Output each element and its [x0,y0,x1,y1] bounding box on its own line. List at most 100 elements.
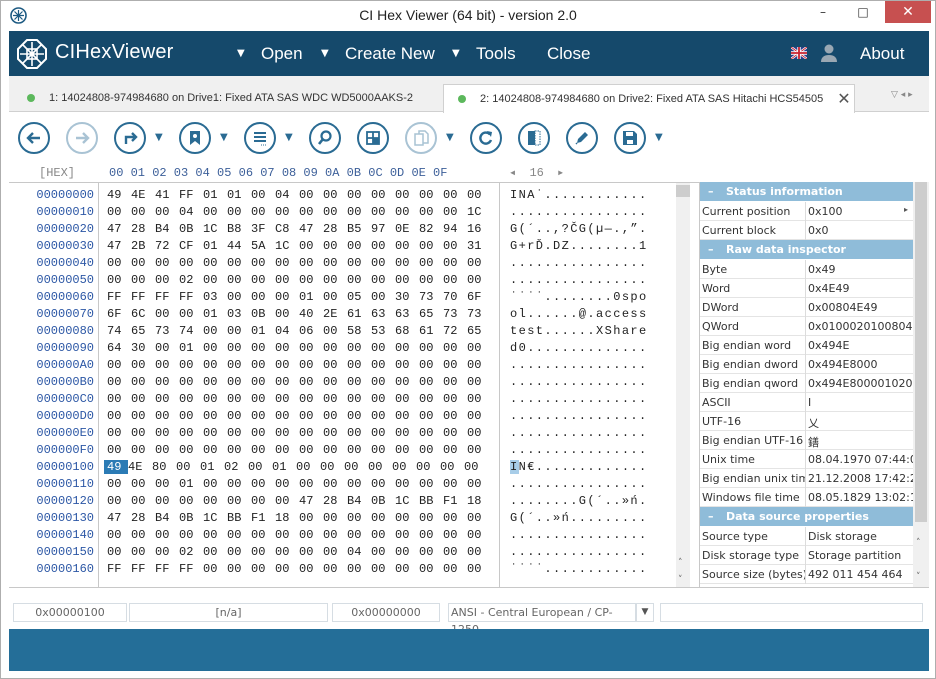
property-row[interactable]: Current block 0x0 [700,221,913,240]
hex-byte[interactable]: FF [179,562,203,576]
hex-byte[interactable]: 00 [371,443,395,457]
hex-byte[interactable]: 00 [203,392,227,406]
tab-close-icon[interactable]: ✕ [837,89,850,109]
hex-byte[interactable]: 04 [275,324,299,338]
hex-byte[interactable]: 28 [323,494,347,508]
hex-byte[interactable]: 00 [419,426,443,440]
hex-byte[interactable]: 28 [323,222,347,236]
expand-arrow-icon[interactable]: ▸ [904,205,908,214]
hex-byte[interactable]: 82 [419,222,443,236]
maximize-button[interactable]: □ [841,1,885,23]
property-row[interactable]: QWord 0x0100020100804E4 [700,317,913,336]
selected-ascii-char[interactable]: I [510,460,519,474]
increase-width-icon[interactable]: ▸ [557,166,564,180]
hex-byte[interactable]: 00 [467,188,491,202]
hex-byte[interactable]: 04 [347,545,371,559]
ascii-row[interactable]: IN€............. [510,460,648,474]
hex-row[interactable]: 00 00 00 00 00 00 00 00 00 00 00 00 00 00 00 00 [107,375,491,389]
hex-byte[interactable]: 00 [299,511,323,525]
hex-byte[interactable]: CF [179,239,203,253]
hex-byte[interactable]: 00 [299,443,323,457]
ascii-row[interactable]: ................ [510,256,648,270]
hex-byte[interactable]: 00 [323,324,347,338]
hex-byte[interactable]: 00 [203,443,227,457]
property-row[interactable]: Unix time 08.04.1970 07:44:09 [700,450,913,469]
hex-byte[interactable]: 00 [395,341,419,355]
hex-byte[interactable]: 00 [371,511,395,525]
hex-byte[interactable]: 00 [395,443,419,457]
hex-byte[interactable]: 00 [395,545,419,559]
hex-byte[interactable]: FF [155,290,179,304]
hex-byte[interactable]: 00 [347,426,371,440]
hex-byte[interactable]: 00 [347,477,371,491]
hex-byte[interactable]: 1C [467,205,491,219]
hex-byte[interactable]: 00 [107,426,131,440]
hex-byte[interactable]: 00 [251,528,275,542]
hex-byte[interactable]: 00 [203,562,227,576]
hex-byte[interactable]: 00 [227,205,251,219]
hex-row[interactable]: 00 00 00 01 00 00 00 00 00 00 00 00 00 00 00 00 [107,477,491,491]
hex-row[interactable]: 00 00 00 00 00 00 00 00 00 00 00 00 00 00 00 00 [107,392,491,406]
ascii-row[interactable]: ................ [510,443,648,457]
scroll-thumb[interactable] [676,185,690,197]
property-row[interactable]: ASCII I [700,393,913,412]
hex-byte[interactable]: 00 [395,409,419,423]
hex-byte[interactable]: 00 [251,409,275,423]
selected-byte[interactable]: 49 [104,460,128,474]
hex-byte[interactable]: 00 [347,443,371,457]
hex-byte[interactable]: 00 [275,358,299,372]
hex-byte[interactable]: 00 [419,256,443,270]
hex-byte[interactable]: 58 [347,324,371,338]
hex-byte[interactable]: 6C [131,307,155,321]
hex-byte[interactable]: 00 [131,426,155,440]
hex-byte[interactable]: 47 [107,511,131,525]
hex-byte[interactable]: 00 [203,477,227,491]
ascii-row[interactable]: test......XShare [510,324,648,338]
property-row[interactable]: Big endian qword 0x494E80000102000 [700,374,913,393]
property-row[interactable]: Byte 0x49 [700,260,913,279]
hex-byte[interactable]: 72 [443,324,467,338]
hex-byte[interactable]: 00 [203,409,227,423]
hex-byte[interactable]: 00 [251,341,275,355]
hex-row[interactable]: 47 28 B4 0B 1C BB F1 18 00 00 00 00 00 00 00 00 [107,511,491,525]
back-button[interactable] [18,122,50,154]
hex-byte[interactable]: 00 [443,256,467,270]
hex-byte[interactable]: 00 [179,307,203,321]
hex-byte[interactable]: 00 [323,443,347,457]
hex-byte[interactable]: 00 [275,494,299,508]
hex-byte[interactable]: 00 [203,273,227,287]
hex-byte[interactable]: 00 [299,426,323,440]
hex-byte[interactable]: 00 [371,290,395,304]
user-icon[interactable] [821,43,837,63]
property-row[interactable]: Source size (bytes) 492 011 454 464 [700,565,913,584]
hex-byte[interactable]: 00 [323,392,347,406]
ascii-row[interactable]: ................ [510,205,648,219]
hex-byte[interactable]: 65 [467,324,491,338]
hex-row[interactable]: 6F 6C 00 00 01 03 0B 00 40 2E 61 63 63 65 73 73 [107,307,491,321]
ascii-column[interactable]: ˄ ˅ INA˙............................ G(´.… [499,183,699,588]
hex-byte[interactable]: 01 [227,188,251,202]
hex-byte[interactable]: 00 [419,392,443,406]
hex-byte[interactable]: 00 [275,290,299,304]
hex-editor[interactable]: 00000000 00000010 00000020 00000030 00000040… [9,182,699,588]
hex-byte[interactable]: 00 [155,545,179,559]
hex-byte[interactable]: 00 [203,324,227,338]
menu-close[interactable]: Close [547,44,590,64]
hex-byte[interactable]: 00 [467,358,491,372]
hex-byte[interactable]: 0B [251,307,275,321]
hex-byte[interactable]: 00 [155,273,179,287]
hex-byte[interactable]: FF [179,188,203,202]
hex-byte[interactable]: 00 [347,256,371,270]
hex-byte[interactable]: 00 [299,273,323,287]
property-row[interactable]: Big endian UTF-16 鐥 [700,431,913,450]
hex-byte[interactable]: 00 [395,239,419,253]
block-field[interactable]: 0x00000000 [332,603,440,622]
hex-byte[interactable]: 65 [131,324,155,338]
hex-byte[interactable]: 00 [299,545,323,559]
hex-byte[interactable]: 00 [395,358,419,372]
hex-byte[interactable]: 64 [107,341,131,355]
hex-byte[interactable]: 47 [299,222,323,236]
property-row[interactable]: Big endian dword 0x494E8000 [700,355,913,374]
hex-byte[interactable]: 00 [371,205,395,219]
tab-drive1[interactable]: 1: 14024808-974984680 on Drive1: Fixed A… [9,84,441,112]
